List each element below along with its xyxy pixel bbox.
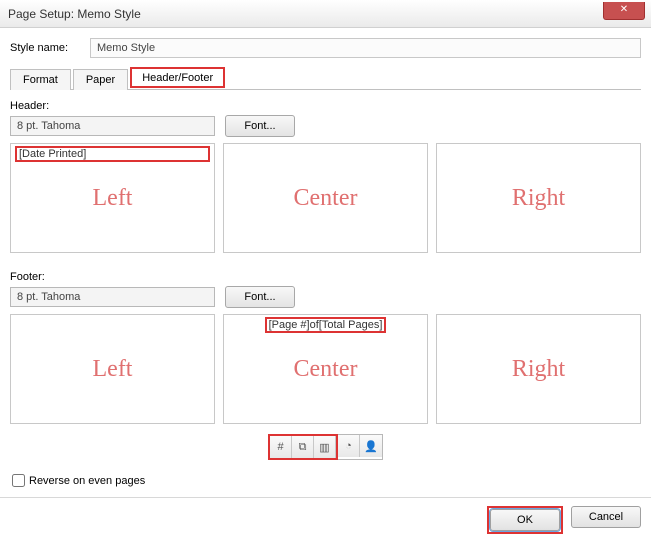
header-center-box[interactable]: Center xyxy=(223,143,428,253)
header-label: Header: xyxy=(10,100,641,112)
ok-highlight: OK xyxy=(487,506,563,534)
tab-strip: Format Paper Header/Footer xyxy=(10,68,641,90)
footer-center-token: [Page #]of[Total Pages] xyxy=(265,317,387,333)
header-font-button[interactable]: Font... xyxy=(225,115,295,137)
dialog-button-row: OK Cancel xyxy=(0,497,651,542)
overprint-right-2: Right xyxy=(437,315,640,423)
insert-field-toolbar: # ⧉ ▥ ◔ 👤 xyxy=(10,434,641,460)
header-font-row: 8 pt. Tahoma Font... xyxy=(10,115,641,137)
tab-headerfooter-highlight: Header/Footer xyxy=(130,67,225,88)
header-left-box[interactable]: [Date Printed] Left xyxy=(10,143,215,253)
titlebar: Page Setup: Memo Style ✕ xyxy=(0,0,651,28)
overprint-left-2: Left xyxy=(11,315,214,423)
header-boxes: [Date Printed] Left Center Right xyxy=(10,143,641,253)
style-name-row: Style name: Memo Style xyxy=(10,38,641,58)
insert-date-button[interactable]: ▥ xyxy=(314,436,336,458)
footer-label: Footer: xyxy=(10,271,641,283)
toolbar-highlight: # ⧉ ▥ xyxy=(268,434,338,460)
dialog-content: Style name: Memo Style Format Paper Head… xyxy=(0,28,651,487)
reverse-even-label: Reverse on even pages xyxy=(29,475,145,487)
tab-format[interactable]: Format xyxy=(10,69,71,90)
header-font-display: 8 pt. Tahoma xyxy=(10,116,215,136)
footer-left-box[interactable]: Left xyxy=(10,314,215,424)
header-left-token: [Date Printed] xyxy=(15,146,210,162)
overprint-center: Center xyxy=(224,144,427,252)
footer-font-row: 8 pt. Tahoma Font... xyxy=(10,286,641,308)
ok-button[interactable]: OK xyxy=(490,509,560,531)
header-section: Header: 8 pt. Tahoma Font... [Date Print… xyxy=(10,100,641,253)
style-name-label: Style name: xyxy=(10,42,90,54)
reverse-even-row: Reverse on even pages xyxy=(12,474,641,487)
footer-center-box[interactable]: [Page #]of[Total Pages] Center xyxy=(223,314,428,424)
footer-font-button[interactable]: Font... xyxy=(225,286,295,308)
reverse-even-checkbox[interactable] xyxy=(12,474,25,487)
close-button[interactable]: ✕ xyxy=(603,2,645,20)
window-title: Page Setup: Memo Style xyxy=(8,7,141,21)
tab-paper[interactable]: Paper xyxy=(73,69,128,90)
insert-page-number-button[interactable]: # xyxy=(270,436,292,458)
footer-font-display: 8 pt. Tahoma xyxy=(10,287,215,307)
footer-right-box[interactable]: Right xyxy=(436,314,641,424)
style-name-input[interactable]: Memo Style xyxy=(90,38,641,58)
overprint-right: Right xyxy=(437,144,640,252)
footer-section: Footer: 8 pt. Tahoma Font... Left [Page … xyxy=(10,271,641,424)
cancel-button[interactable]: Cancel xyxy=(571,506,641,528)
insert-time-button[interactable]: ◔ xyxy=(338,435,360,457)
insert-user-button[interactable]: 👤 xyxy=(360,435,382,457)
header-right-box[interactable]: Right xyxy=(436,143,641,253)
tab-header-footer[interactable]: Header/Footer xyxy=(132,70,223,86)
footer-boxes: Left [Page #]of[Total Pages] Center Righ… xyxy=(10,314,641,424)
insert-total-pages-button[interactable]: ⧉ xyxy=(292,436,314,458)
